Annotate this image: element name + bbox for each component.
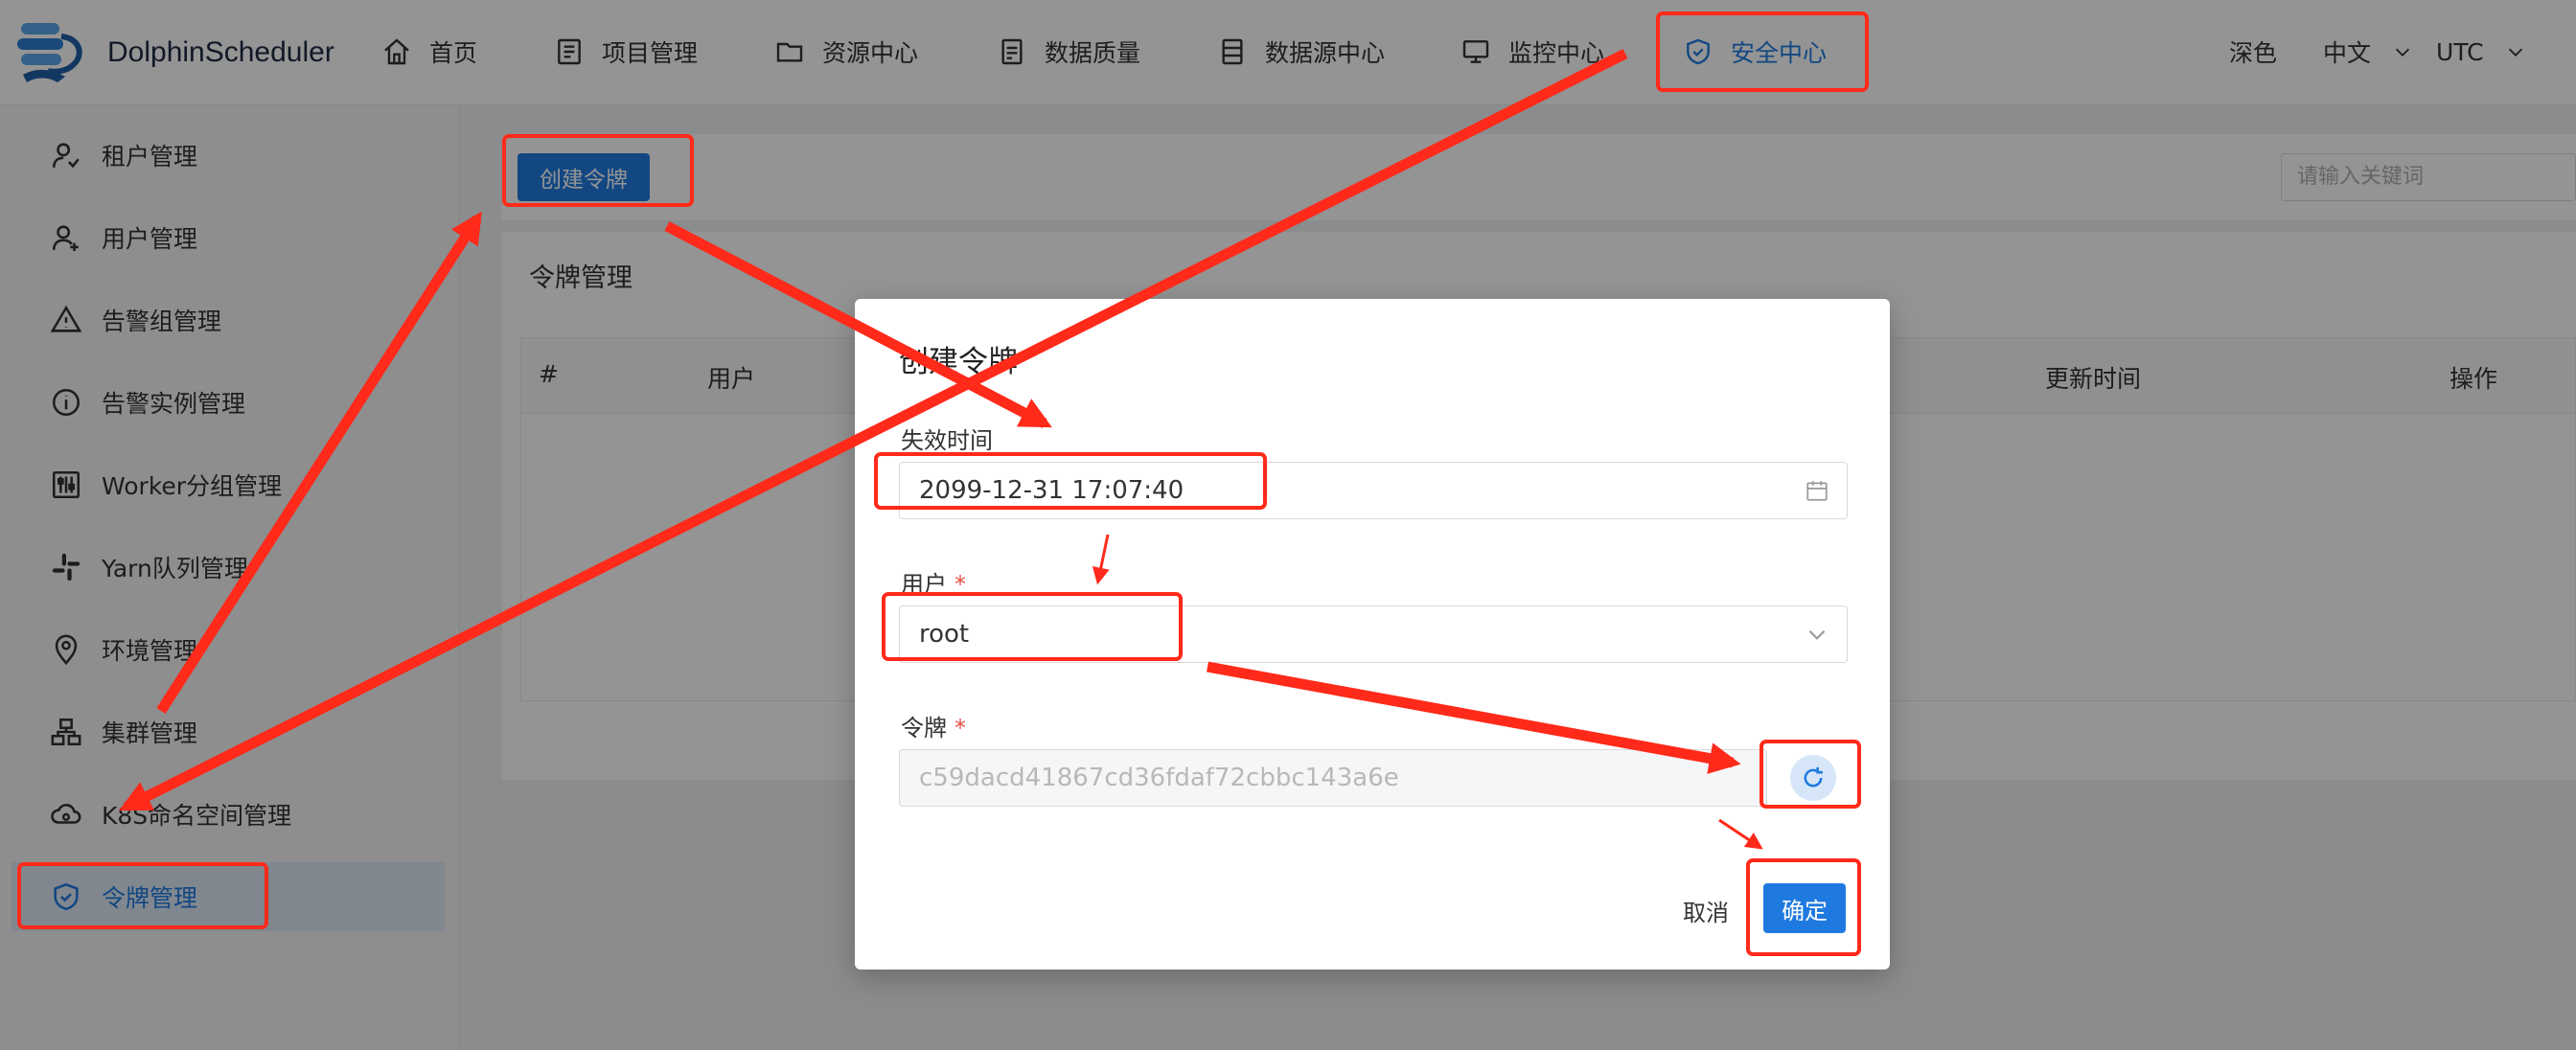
dialog-title: 创建令牌 (899, 345, 1018, 379)
cancel-button[interactable]: 取消 (1668, 889, 1744, 931)
refresh-icon (1804, 766, 1823, 788)
expire-time-picker[interactable]: 2099-12-31 17:07:40 (899, 462, 1848, 519)
user-label: 用户 * (901, 571, 966, 598)
expire-time-label: 失效时间 (901, 422, 993, 455)
expire-time-label-text: 失效时间 (901, 427, 993, 454)
expire-time-value: 2099-12-31 17:07:40 (919, 476, 1184, 505)
regenerate-token-button[interactable] (1790, 755, 1836, 801)
token-label: 令牌 * (901, 715, 966, 742)
calendar-icon[interactable] (1805, 478, 1829, 503)
chevron-down-icon (1808, 629, 1826, 640)
token-value: c59dacd41867cd36fdaf72cbbc143a6e (919, 764, 1399, 792)
user-label-text: 用户 (901, 571, 947, 598)
confirm-button[interactable]: 确定 (1763, 883, 1846, 933)
user-select[interactable]: root (899, 605, 1848, 663)
token-label-text: 令牌 (901, 715, 947, 742)
token-input: c59dacd41867cd36fdaf72cbbc143a6e (899, 749, 1767, 807)
user-value: root (919, 620, 970, 649)
